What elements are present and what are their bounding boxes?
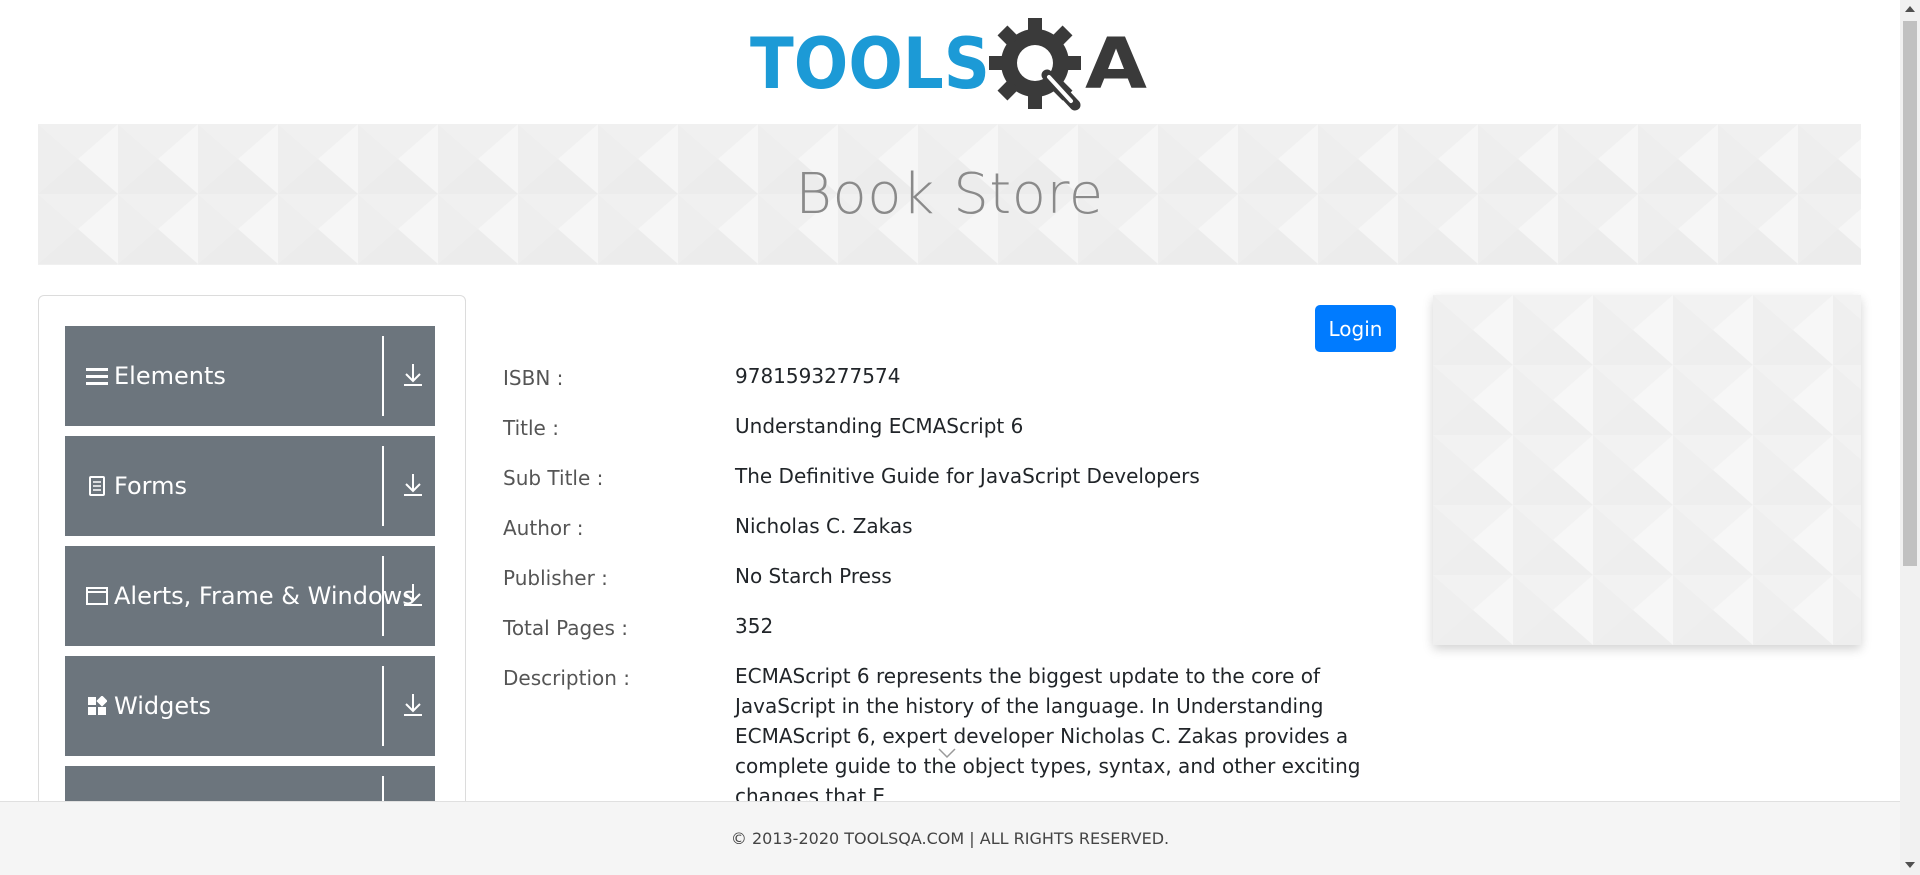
- publisher-value: No Starch Press: [735, 564, 892, 588]
- subtitle-label: Sub Title :: [503, 466, 604, 490]
- download-arrow-icon[interactable]: [398, 690, 428, 720]
- group-divider: [382, 336, 384, 416]
- scrollbar-thumb[interactable]: [1903, 21, 1917, 566]
- sidebar-group-label: Forms: [114, 472, 187, 500]
- description-value: ECMAScript 6 represents the biggest upda…: [735, 664, 1361, 808]
- total-pages-label: Total Pages :: [503, 616, 628, 640]
- ad-panel: [1433, 295, 1861, 645]
- header: TOOLS A: [0, 0, 1900, 125]
- toolsqa-logo: TOOLS A: [750, 18, 1147, 111]
- author-label: Author :: [503, 516, 584, 540]
- sidebar-group-forms[interactable]: Forms: [65, 436, 435, 536]
- sidebar-group-label: Elements: [114, 362, 226, 390]
- ad-pattern: [1433, 295, 1861, 645]
- sidebar-group-elements[interactable]: Elements: [65, 326, 435, 426]
- widgets-grid-icon: [85, 692, 109, 720]
- page-banner: Book Store: [38, 124, 1861, 265]
- footer: © 2013-2020 TOOLSQA.COM | ALL RIGHTS RES…: [0, 801, 1900, 875]
- scroll-down-icon[interactable]: [1905, 862, 1915, 868]
- title-value: Understanding ECMAScript 6: [735, 414, 1024, 438]
- hamburger-icon: [85, 362, 109, 390]
- document-icon: [85, 472, 109, 500]
- login-button[interactable]: Login: [1315, 305, 1396, 352]
- window-icon: [85, 582, 109, 610]
- publisher-label: Publisher :: [503, 566, 608, 590]
- title-label: Title :: [503, 416, 559, 440]
- total-pages-value: 352: [735, 614, 774, 638]
- logo-text-a: A: [1085, 23, 1147, 105]
- author-value: Nicholas C. Zakas: [735, 514, 913, 538]
- group-divider: [382, 446, 384, 526]
- group-divider: [382, 556, 384, 636]
- scroll-up-icon[interactable]: [1905, 6, 1915, 12]
- page: TOOLS A Book Store Elements Forms Alerts…: [0, 0, 1920, 875]
- sidebar-group-label: Widgets: [114, 692, 212, 720]
- subtitle-value: The Definitive Guide for JavaScript Deve…: [735, 464, 1200, 488]
- logo-text-tools: TOOLS: [750, 23, 990, 105]
- sidebar-group-label: Alerts, Frame & Windows: [114, 582, 415, 610]
- download-arrow-icon[interactable]: [398, 580, 428, 610]
- isbn-value: 9781593277574: [735, 364, 901, 388]
- sidebar-group-alerts-frame-windows[interactable]: Alerts, Frame & Windows: [65, 546, 435, 646]
- copyright-text: © 2013-2020 TOOLSQA.COM | ALL RIGHTS RES…: [730, 829, 1170, 848]
- page-scrollbar[interactable]: [1900, 0, 1920, 875]
- chevron-down-icon: [938, 748, 956, 759]
- download-arrow-icon[interactable]: [398, 360, 428, 390]
- left-sidebar: Elements Forms Alerts, Frame & Windows W…: [38, 295, 466, 875]
- isbn-label: ISBN :: [503, 366, 564, 390]
- download-arrow-icon[interactable]: [398, 470, 428, 500]
- sidebar-group-widgets[interactable]: Widgets: [65, 656, 435, 756]
- description-label: Description :: [503, 666, 631, 690]
- logo-gear-icon: [989, 18, 1081, 111]
- page-title: Book Store: [795, 162, 1104, 227]
- group-divider: [382, 666, 384, 746]
